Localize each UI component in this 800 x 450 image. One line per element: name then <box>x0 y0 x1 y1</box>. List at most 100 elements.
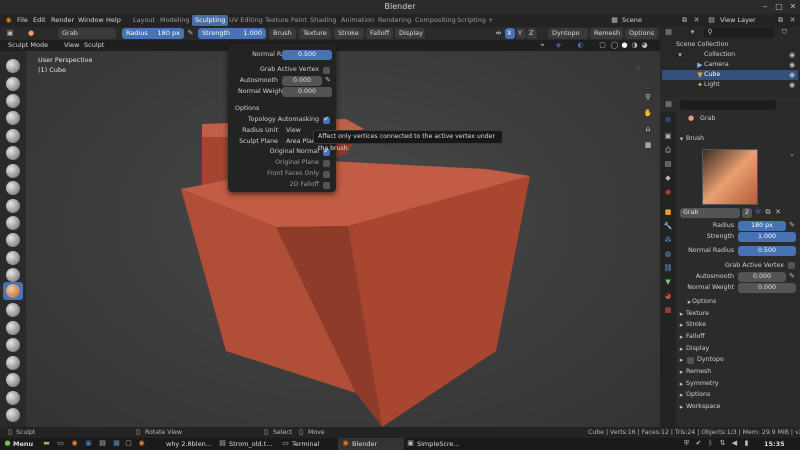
brush-preview-dropdown-icon[interactable]: ⌄ <box>788 150 796 159</box>
unlink-brush-icon[interactable]: ✕ <box>774 208 782 217</box>
xray-icon[interactable]: ▢ <box>598 41 607 50</box>
scene-tab-icon[interactable]: ◆ <box>663 174 673 183</box>
brush-panel-chevron-icon[interactable]: ▾ <box>678 135 685 144</box>
options-panel-chevron-icon[interactable]: ▸ <box>678 391 685 400</box>
props-normal-weight-field[interactable]: 0.000 <box>738 283 796 293</box>
particles-tab-icon[interactable]: ⁂ <box>663 236 673 245</box>
options-panel-header[interactable]: Options <box>686 390 710 400</box>
tray-bluetooth-icon[interactable]: ᛒ <box>706 439 715 448</box>
texture-tab-icon[interactable]: ▦ <box>663 306 673 315</box>
tab-compositing[interactable]: Compositing <box>412 15 459 26</box>
tab-sculpting[interactable]: Sculpting <box>192 15 229 26</box>
outliner-item-light[interactable]: Light <box>704 80 720 90</box>
cube-visibility-icon[interactable]: ◉ <box>788 71 796 80</box>
modifier-tab-icon[interactable]: 🔧 <box>663 222 673 231</box>
terminal-launcher-icon[interactable]: ▭ <box>56 439 65 448</box>
draw-tool-icon[interactable] <box>6 59 20 73</box>
navigation-gizmo-icon[interactable]: ◈ <box>554 41 563 50</box>
stroke-panel-chevron-icon[interactable]: ▸ <box>678 321 685 330</box>
settings-launcher-icon[interactable]: ▤ <box>98 439 107 448</box>
props-normal-radius-field[interactable]: 0.500 <box>738 246 796 256</box>
popup-2d-falloff-checkbox[interactable] <box>323 182 330 189</box>
camera-view-icon[interactable]: ⌂ <box>643 125 653 134</box>
brush-datablock-field[interactable]: Grab <box>680 208 740 218</box>
workspace-panel-chevron-icon[interactable]: ▸ <box>678 403 685 412</box>
dyntopo-panel-chevron-icon[interactable]: ▸ <box>678 356 685 365</box>
data-tab-icon[interactable]: ▼ <box>663 278 673 287</box>
menu-help[interactable]: Help <box>106 15 121 26</box>
workspace-panel-header[interactable]: Workspace <box>686 402 720 412</box>
display-panel-chevron-icon[interactable]: ▸ <box>678 345 685 354</box>
overlays-icon[interactable]: ◐ <box>576 41 585 50</box>
smooth-tool-icon[interactable] <box>6 199 20 213</box>
props-radius-field[interactable]: 180 px <box>738 221 786 231</box>
stroke-menu[interactable]: Stroke <box>334 28 364 39</box>
shading-wireframe-icon[interactable]: ◯ <box>610 41 619 50</box>
task-document[interactable]: Strom_old.t... <box>229 438 273 450</box>
stroke-panel-header[interactable]: Stroke <box>686 320 706 330</box>
files-launcher-icon[interactable]: ▬ <box>42 439 51 448</box>
physics-tab-icon[interactable]: ◍ <box>663 250 673 259</box>
fill-tool-icon[interactable] <box>6 233 20 247</box>
remesh-panel-chevron-icon[interactable]: ▸ <box>678 368 685 377</box>
editor-launcher-icon[interactable]: ▣ <box>84 439 93 448</box>
brush-panel-header[interactable]: Brush <box>686 134 704 144</box>
editor-type-icon[interactable]: ▣ <box>5 29 15 38</box>
popup-topology-automasking-checkbox[interactable] <box>323 115 330 124</box>
popup-front-faces-only-checkbox[interactable] <box>323 171 330 178</box>
popup-sculpt-plane-value[interactable]: Area Plan <box>286 137 316 147</box>
options-menu[interactable]: Options <box>625 28 658 39</box>
task-blender[interactable]: Blender <box>352 438 377 450</box>
sculpt-menu[interactable]: Sculpt <box>84 40 104 51</box>
brush-name-field[interactable]: Grab <box>58 28 116 39</box>
menu-edit[interactable]: Edit <box>33 15 46 26</box>
blob-tool-icon[interactable] <box>6 164 20 178</box>
snake-hook-tool-icon[interactable] <box>6 321 20 335</box>
remesh-menu[interactable]: Remesh <box>590 28 623 39</box>
tab-texture-paint[interactable]: Texture Paint <box>262 15 310 26</box>
popup-radius-unit-value[interactable]: View <box>286 126 301 136</box>
remesh-panel-header[interactable]: Remesh <box>686 367 711 377</box>
scene-icon[interactable]: ▦ <box>610 16 619 25</box>
delete-view-layer-icon[interactable]: ✕ <box>788 16 797 25</box>
world-tab-icon[interactable]: ◉ <box>663 188 673 197</box>
axis-x-toggle[interactable]: X <box>505 28 515 39</box>
properties-editor-icon[interactable]: ▤ <box>664 100 673 109</box>
tab-uv-editing[interactable]: UV Editing <box>226 15 266 26</box>
pan-hand-icon[interactable]: ✋ <box>643 109 653 118</box>
collection-item[interactable]: Collection <box>704 50 735 60</box>
axis-z-toggle[interactable]: Z <box>527 28 537 39</box>
view-layer-icon[interactable]: ▤ <box>707 16 716 25</box>
task-screenrecorder[interactable]: SimpleScre... <box>417 438 460 450</box>
material-tab-icon[interactable]: ◕ <box>663 292 673 301</box>
rotate-tool-icon[interactable] <box>6 391 20 405</box>
thumb-tool-icon[interactable] <box>6 338 20 352</box>
tray-shield-icon[interactable]: ⛨ <box>682 439 691 448</box>
collection-expand-icon[interactable]: ▾ <box>676 51 684 60</box>
radius-slider[interactable]: Radius 180 px <box>122 28 184 39</box>
pose-tool-icon[interactable] <box>6 356 20 370</box>
fake-user-icon[interactable]: ⛨ <box>754 208 762 217</box>
props-autosmooth-pressure-icon[interactable]: ✎ <box>788 272 796 281</box>
render-tab-icon[interactable]: ▣ <box>663 132 673 141</box>
menu-render[interactable]: Render <box>51 15 74 26</box>
3d-viewport[interactable]: User Perspective (1) Cube ⊥ ⚲ ✋ ⌂ ▦ <box>26 51 660 427</box>
nudge-tool-icon[interactable] <box>6 373 20 387</box>
new-view-layer-icon[interactable]: ⧉ <box>776 16 785 25</box>
axis-gizmo-icon[interactable]: ⊥ <box>632 63 644 72</box>
texture-panel-chevron-icon[interactable]: ▸ <box>678 310 685 319</box>
layer-tool-icon[interactable] <box>6 129 20 143</box>
maximize-icon[interactable]: □ <box>774 2 784 12</box>
view-layer-tab-icon[interactable]: ▤ <box>663 160 673 169</box>
tab-layout[interactable]: Layout <box>130 15 158 26</box>
tab-rendering[interactable]: Rendering <box>375 15 414 26</box>
mask-tool-icon[interactable] <box>6 408 20 422</box>
filter-icon[interactable]: ⛉ <box>780 28 789 37</box>
axis-y-toggle[interactable]: Y <box>516 28 526 39</box>
popup-normal-weight-field[interactable]: 0.000 <box>282 87 332 97</box>
store-launcher-icon[interactable]: ▦ <box>112 439 121 448</box>
start-menu-button[interactable]: Menu <box>13 438 33 450</box>
shading-material-icon[interactable]: ◑ <box>630 41 639 50</box>
view-menu[interactable]: View <box>64 40 79 51</box>
firefox-launcher-icon[interactable]: ◉ <box>70 439 79 448</box>
